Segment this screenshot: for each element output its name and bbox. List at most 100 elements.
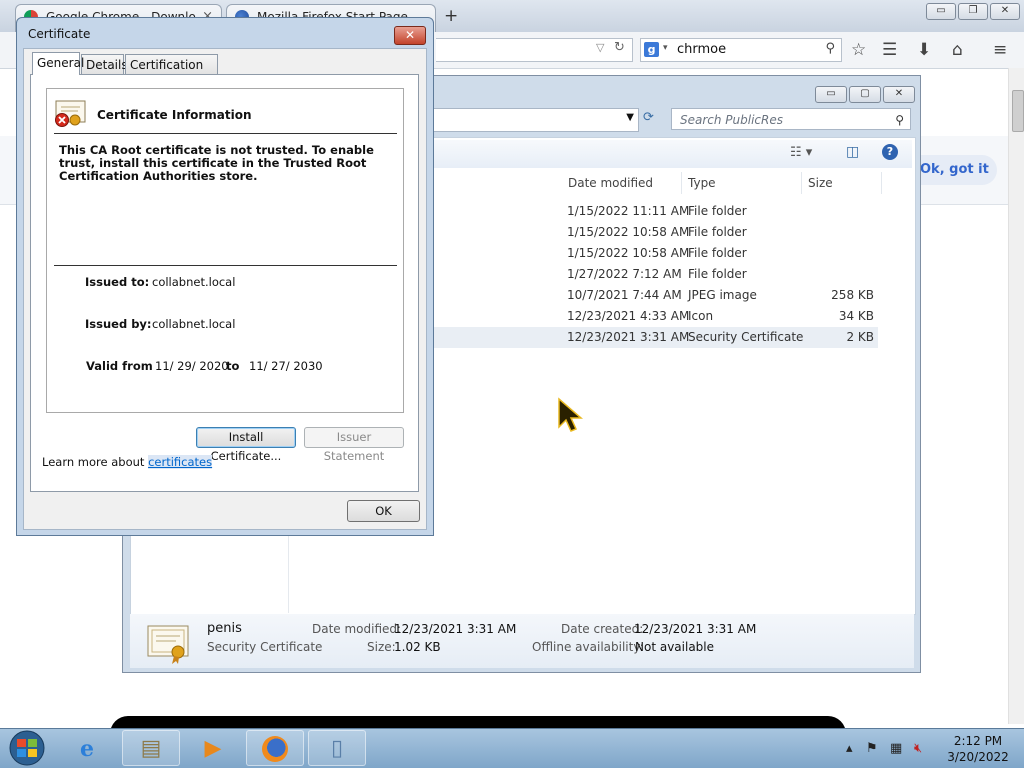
issuer-statement-button[interactable]: Issuer Statement	[304, 427, 404, 463]
downloads-icon[interactable]: ⬇	[917, 40, 931, 60]
close-window-button[interactable]: ✕	[990, 3, 1020, 20]
column-header-type[interactable]: Type	[682, 172, 802, 194]
row-size: 34 KB	[838, 309, 874, 323]
file-row[interactable]: 10/7/2021 7:44 AM JPEG image 258 KB	[434, 285, 878, 306]
row-type: Security Certificate	[688, 330, 804, 344]
media-player-icon: ▶	[204, 736, 222, 761]
taskbar-firefox[interactable]	[246, 730, 304, 766]
row-date: 1/15/2022 10:58 AM	[567, 246, 690, 260]
taskbar-notepad[interactable]: ▯	[308, 730, 366, 766]
install-certificate-button[interactable]: Install Certificate...	[196, 427, 296, 463]
engine-dropdown-icon[interactable]: ▾	[663, 43, 668, 53]
search-input[interactable]: chrmoe	[677, 42, 726, 57]
date-created-value: 12/23/2021 3:31 AM	[634, 622, 757, 636]
details-pane: penis Security Certificate Date modified…	[130, 614, 914, 668]
file-row[interactable]: 1/15/2022 10:58 AM File folder	[434, 222, 878, 243]
search-icon[interactable]: ⚲	[895, 109, 904, 131]
size-value: 1.02 KB	[394, 640, 441, 654]
issued-to-value: collabnet.local	[152, 275, 236, 289]
row-size: 2 KB	[846, 330, 874, 344]
dialog-close-button[interactable]: ✕	[394, 26, 426, 45]
tab-general[interactable]: General	[32, 52, 84, 75]
file-row[interactable]: 1/27/2022 7:12 AM File folder	[434, 264, 878, 285]
preview-pane-icon[interactable]: ◫	[846, 144, 859, 160]
volume-muted-icon[interactable]: 🔇︎	[914, 741, 922, 756]
url-bar[interactable]: ▽ ↻	[436, 38, 633, 62]
bookmark-star-icon[interactable]: ☆	[851, 40, 866, 60]
row-date: 12/23/2021 3:31 AM	[567, 330, 690, 344]
row-type: JPEG image	[688, 288, 757, 302]
address-bar[interactable]: ▼	[434, 108, 639, 132]
date-modified-value: 12/23/2021 3:31 AM	[394, 622, 517, 636]
minimize-button[interactable]: ▭	[926, 3, 956, 20]
tab-details[interactable]: Details	[81, 54, 128, 74]
explorer-close-button[interactable]: ✕	[883, 86, 915, 103]
column-header-date-modified[interactable]: Date modified	[562, 172, 682, 194]
valid-from-value: 11/ 29/ 2020	[155, 359, 229, 373]
date-modified-label: Date modified:	[312, 622, 402, 636]
explorer-minimize-button[interactable]: ▭	[815, 86, 847, 103]
view-options-icon[interactable]: ☷ ▾	[790, 145, 812, 160]
row-type: File folder	[688, 204, 747, 218]
firefox-icon	[247, 731, 303, 767]
row-date: 1/15/2022 11:11 AM	[567, 204, 690, 218]
navigation-pane	[130, 535, 289, 613]
row-date: 10/7/2021 7:44 AM	[567, 288, 682, 302]
refresh-icon[interactable]: ⟳	[643, 110, 654, 125]
scrollbar-thumb[interactable]	[1012, 90, 1024, 132]
column-header-size[interactable]: Size	[802, 172, 882, 194]
row-date: 12/23/2021 4:33 AM	[567, 309, 690, 323]
issued-by-value: collabnet.local	[152, 317, 236, 331]
taskbar-internet-explorer[interactable]: e	[58, 730, 116, 766]
search-box[interactable]: g ▾ chrmoe ⚲	[640, 38, 842, 62]
divider	[54, 265, 397, 266]
certificate-error-icon	[55, 100, 86, 127]
file-row[interactable]: 1/15/2022 10:58 AM File folder	[434, 243, 878, 264]
dialog-title: Certificate	[28, 27, 91, 41]
bookmarks-list-icon[interactable]: ☰	[882, 40, 897, 60]
certificates-link[interactable]: certificates	[148, 455, 213, 469]
file-name: penis	[207, 621, 242, 636]
file-row[interactable]: 1/15/2022 11:11 AM File folder	[434, 201, 878, 222]
taskbar-media-player[interactable]: ▶	[184, 730, 242, 766]
new-tab-button[interactable]: +	[444, 6, 458, 26]
clock-date: 3/20/2022	[947, 750, 1009, 764]
row-size: 258 KB	[831, 288, 874, 302]
tab-certification-path[interactable]: Certification Path	[125, 54, 218, 92]
offline-availability-value: Not available	[635, 640, 715, 654]
google-engine-icon[interactable]: g	[644, 42, 659, 57]
page-scrollbar[interactable]	[1008, 68, 1024, 724]
start-button-icon[interactable]	[0, 728, 54, 768]
menu-icon[interactable]: ≡	[993, 40, 1007, 60]
show-hidden-icons-icon[interactable]: ▴	[846, 741, 853, 756]
offline-availability-label: Offline availability:	[532, 640, 644, 654]
restore-button[interactable]: ❐	[958, 3, 988, 20]
address-dropdown-icon[interactable]: ▼	[626, 112, 634, 123]
ok-button[interactable]: OK	[347, 500, 420, 522]
issued-by-label: Issued by:	[85, 317, 152, 331]
explorer-maximize-button[interactable]: ▢	[849, 86, 881, 103]
help-icon[interactable]: ?	[882, 144, 898, 160]
folder-library-icon: ▤	[140, 736, 162, 761]
taskbar-explorer[interactable]: ▤	[122, 730, 180, 766]
search-placeholder: Search PublicRes	[680, 113, 784, 127]
search-icon[interactable]: ⚲	[825, 41, 835, 56]
row-date: 1/27/2022 7:12 AM	[567, 267, 682, 281]
system-clock[interactable]: 2:12 PM 3/20/2022	[938, 733, 1018, 765]
dropdown-arrow-icon[interactable]: ▽	[596, 41, 604, 54]
valid-from-label: Valid from	[86, 359, 153, 373]
explorer-toolbar: ☷ ▾ ◫ ?	[434, 140, 912, 168]
action-center-flag-icon[interactable]: ⚑	[866, 741, 878, 756]
reload-icon[interactable]: ↻	[614, 40, 625, 55]
mouse-pointer-icon	[558, 397, 584, 432]
row-date: 1/15/2022 10:58 AM	[567, 225, 690, 239]
explorer-search-input[interactable]: Search PublicRes ⚲	[671, 108, 911, 130]
network-icon[interactable]: ▦	[890, 741, 902, 756]
trust-warning-text: This CA Root certificate is not trusted.…	[59, 143, 374, 183]
row-type: File folder	[688, 267, 747, 281]
home-icon[interactable]: ⌂	[952, 40, 963, 60]
file-row[interactable]: 12/23/2021 4:33 AM Icon 34 KB	[434, 306, 878, 327]
file-row-selected[interactable]: 12/23/2021 3:31 AM Security Certificate …	[434, 327, 878, 348]
document-icon: ▯	[330, 736, 344, 761]
valid-to-value: 11/ 27/ 2030	[249, 359, 323, 373]
